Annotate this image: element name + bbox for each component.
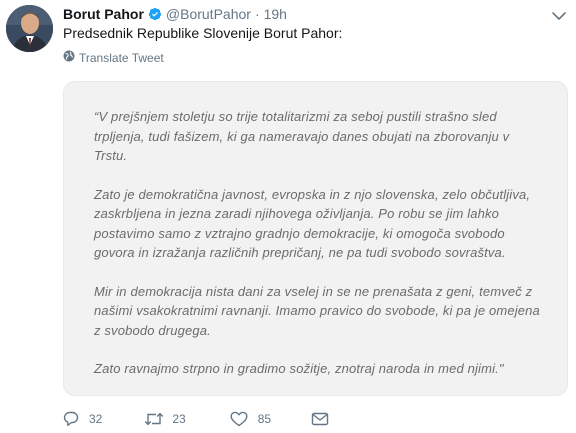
retweet-icon: [144, 411, 164, 427]
tweet-text: Predsednik Republike Slovenije Borut Pah…: [63, 25, 343, 41]
quote-line: govora in izražanja različnih prepričanj…: [94, 245, 506, 260]
quote-line: postavimo samo z vztrajno gradnjo demokr…: [94, 225, 505, 241]
tweet: Borut Pahor @BorutPahor · 19h Predsednik…: [0, 0, 576, 433]
quote-line: Trstu.: [94, 148, 128, 163]
author-name[interactable]: Borut Pahor: [63, 6, 144, 22]
avatar[interactable]: [6, 5, 53, 52]
heart-icon: [230, 411, 248, 427]
quote-text: “V prejšnjem stoletju so trije totalitar…: [94, 107, 544, 395]
quote-paragraph: Zato je demokratična javnost, evropska i…: [94, 185, 544, 263]
quote-line: Zato ravnajmo strpno in gradimo sožitje,…: [94, 361, 504, 376]
author-handle[interactable]: @BorutPahor: [166, 6, 251, 22]
tweet-actions: 32 23 85: [63, 409, 329, 429]
quote-paragraph: Zato ravnajmo strpno in gradimo sožitje,…: [94, 359, 544, 379]
verified-badge-icon: [148, 7, 162, 21]
quote-line: z svobodo drugega.: [94, 322, 211, 338]
quote-paragraph: “V prejšnjem stoletju so trije totalitar…: [94, 107, 544, 166]
globe-icon: [63, 50, 79, 65]
quote-image-card[interactable]: “V prejšnjem stoletju so trije totalitar…: [63, 81, 568, 396]
quote-line: Mir in demokracija nista dani za vselej …: [94, 283, 533, 299]
quote-line: Zato je demokratična javnost, evropska i…: [94, 186, 531, 202]
like-button[interactable]: 85: [230, 411, 271, 427]
tweet-timestamp[interactable]: 19h: [264, 6, 287, 22]
separator-dot: ·: [254, 6, 260, 22]
chevron-down-icon[interactable]: [552, 8, 566, 20]
quote-paragraph: Mir in demokracija nista dani za vselej …: [94, 282, 544, 341]
reply-count: 32: [89, 412, 103, 426]
tweet-header: Borut Pahor @BorutPahor · 19h: [63, 4, 546, 24]
quote-line: trpljenja, tudi fašizem, ki ga nameravaj…: [94, 128, 510, 144]
quote-line: “V prejšnjem stoletju so trije totalitar…: [94, 109, 497, 124]
direct-message-button[interactable]: [311, 411, 329, 427]
like-count: 85: [257, 412, 272, 426]
retweet-button[interactable]: 23: [144, 411, 186, 427]
retweet-count: 23: [172, 412, 186, 426]
translate-tweet-label: Translate Tweet: [79, 50, 164, 65]
reply-button[interactable]: 32: [63, 411, 102, 427]
envelope-icon: [311, 411, 329, 427]
translate-tweet-link[interactable]: Translate Tweet: [63, 50, 164, 65]
quote-line: zaskrbljena in jezna zaradi njihovega ož…: [94, 206, 500, 221]
reply-icon: [63, 411, 79, 427]
avatar-image: [6, 5, 53, 52]
quote-line: našimi vsakokratnimi ravnanji. Imamo pra…: [94, 303, 540, 318]
